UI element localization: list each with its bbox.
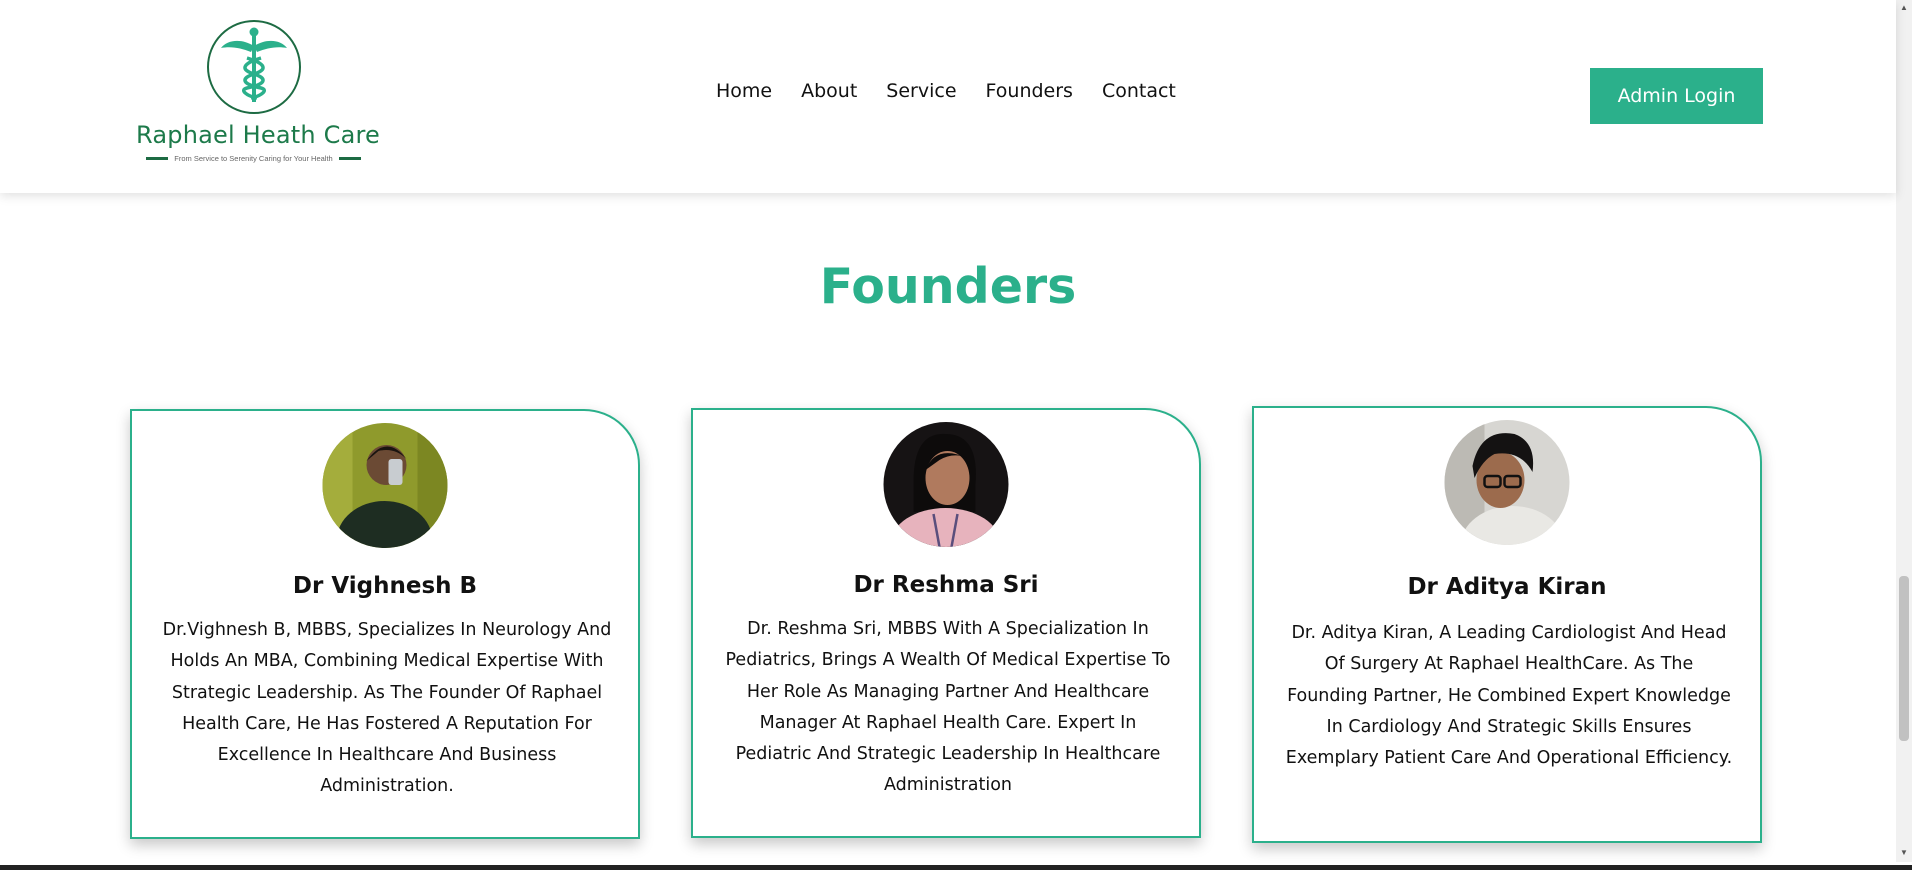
nav-about[interactable]: About (801, 80, 857, 102)
logo-tagline: From Service to Serenity Caring for Your… (136, 154, 371, 163)
founder-photo (322, 423, 448, 548)
founder-name: Dr Reshma Sri (853, 572, 1039, 598)
scroll-up-icon[interactable]: ▲ (1899, 3, 1909, 13)
nav-service[interactable]: Service (886, 80, 956, 102)
nav-home[interactable]: Home (716, 80, 772, 102)
page-scrollbar[interactable]: ▲ ▼ (1896, 0, 1912, 862)
nav-contact[interactable]: Contact (1102, 80, 1176, 102)
logo[interactable]: Raphael Heath Care From Service to Seren… (136, 18, 381, 168)
founder-card: Dr Aditya Kiran Dr. Aditya Kiran, A Lead… (1252, 406, 1762, 843)
tagline-rule-left (146, 157, 169, 160)
site-header: Raphael Heath Care From Service to Seren… (0, 0, 1896, 193)
founder-name: Dr Vighnesh B (292, 573, 478, 599)
logo-tagline-text: From Service to Serenity Caring for Your… (174, 154, 333, 163)
section-title: Founders (819, 258, 1077, 315)
founder-bio: Dr.Vighnesh B, MBBS, Specializes In Neur… (162, 620, 612, 797)
founder-card: Dr Vighnesh B Dr.Vighnesh B, MBBS, Speci… (130, 409, 640, 839)
founder-name: Dr Aditya Kiran (1407, 574, 1607, 600)
founder-bio: Dr. Reshma Sri, MBBS With A Specializati… (725, 619, 1171, 796)
nav-founders[interactable]: Founders (986, 80, 1073, 102)
bottom-edge-bar (0, 865, 1912, 870)
logo-name: Raphael Heath Care (136, 121, 381, 149)
founder-photo (1444, 420, 1570, 545)
founder-card: Dr Reshma Sri Dr. Reshma Sri, MBBS With … (691, 408, 1201, 838)
scroll-thumb[interactable] (1899, 576, 1909, 741)
founder-bio: Dr. Aditya Kiran, A Leading Cardiologist… (1285, 623, 1733, 769)
admin-login-button[interactable]: Admin Login (1590, 68, 1763, 124)
founder-photo (883, 422, 1009, 547)
tagline-rule-right (338, 157, 361, 160)
scroll-down-icon[interactable]: ▼ (1899, 848, 1909, 858)
caduceus-icon (207, 20, 301, 114)
main-nav: Home About Service Founders Contact (716, 80, 1205, 102)
page: Raphael Heath Care From Service to Seren… (0, 0, 1912, 870)
